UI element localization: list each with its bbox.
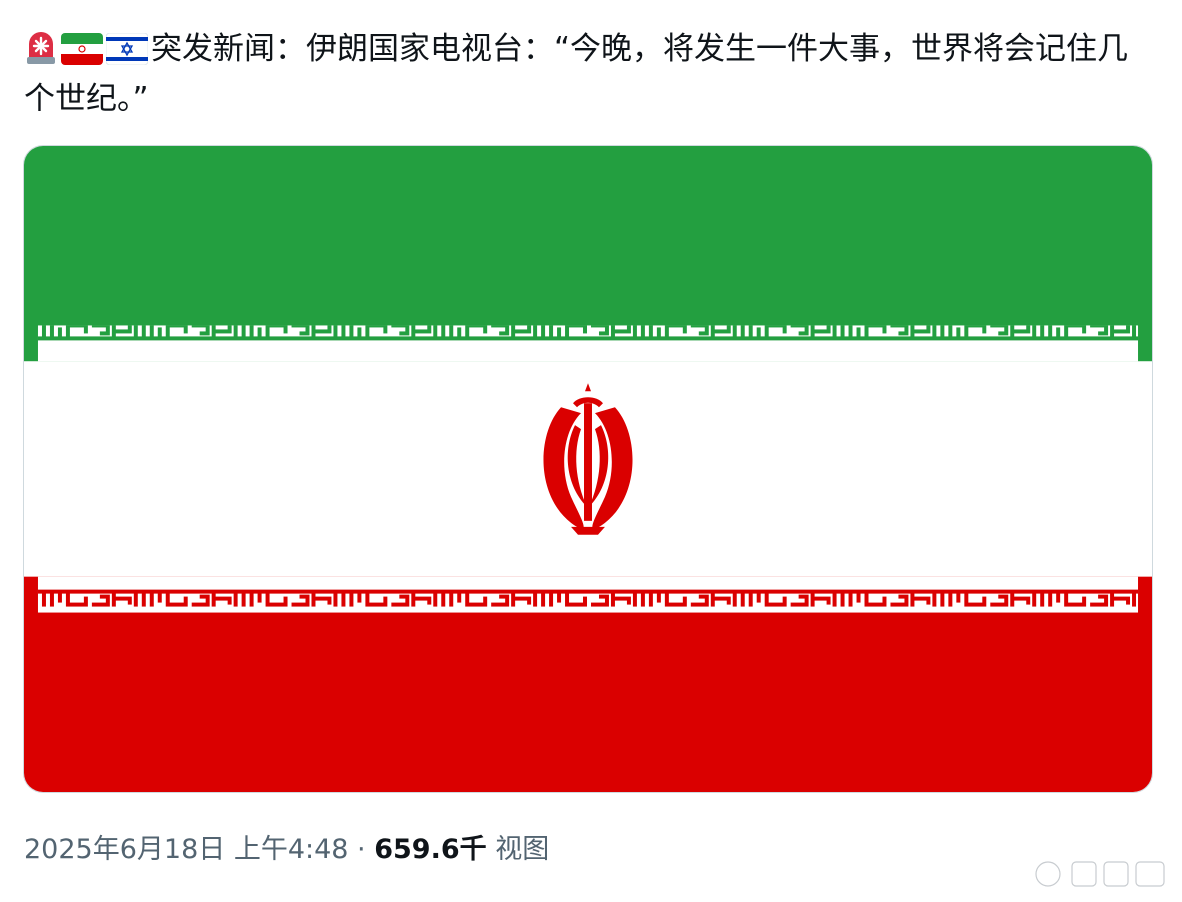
kufic-border-bottom xyxy=(37,576,1139,613)
rotating-light-icon xyxy=(24,29,58,65)
iran-flag-icon xyxy=(61,33,103,65)
timestamp-link[interactable]: 2025年6月18日 上午4:48 xyxy=(24,834,348,865)
kufic-border-top xyxy=(37,325,1139,362)
iran-flag-image xyxy=(24,146,1152,792)
israel-flag-icon xyxy=(106,33,148,65)
weibo-watermark-icon xyxy=(1034,860,1166,888)
views-count: 659.6千 xyxy=(374,834,487,865)
tweet-body: 突发新闻：伊朗国家电视台：“今晚，将发生一件大事，世界将会记住几个世纪。” xyxy=(24,31,1129,117)
views-label: 视图 xyxy=(495,834,550,865)
tweet-text: 突发新闻：伊朗国家电视台：“今晚，将发生一件大事，世界将会记住几个世纪。” xyxy=(24,24,1154,124)
tweet-image[interactable] xyxy=(23,145,1153,793)
meta-separator: · xyxy=(348,834,375,865)
tweet-meta: 2025年6月18日 上午4:48 · 659.6千 视图 xyxy=(24,830,549,870)
